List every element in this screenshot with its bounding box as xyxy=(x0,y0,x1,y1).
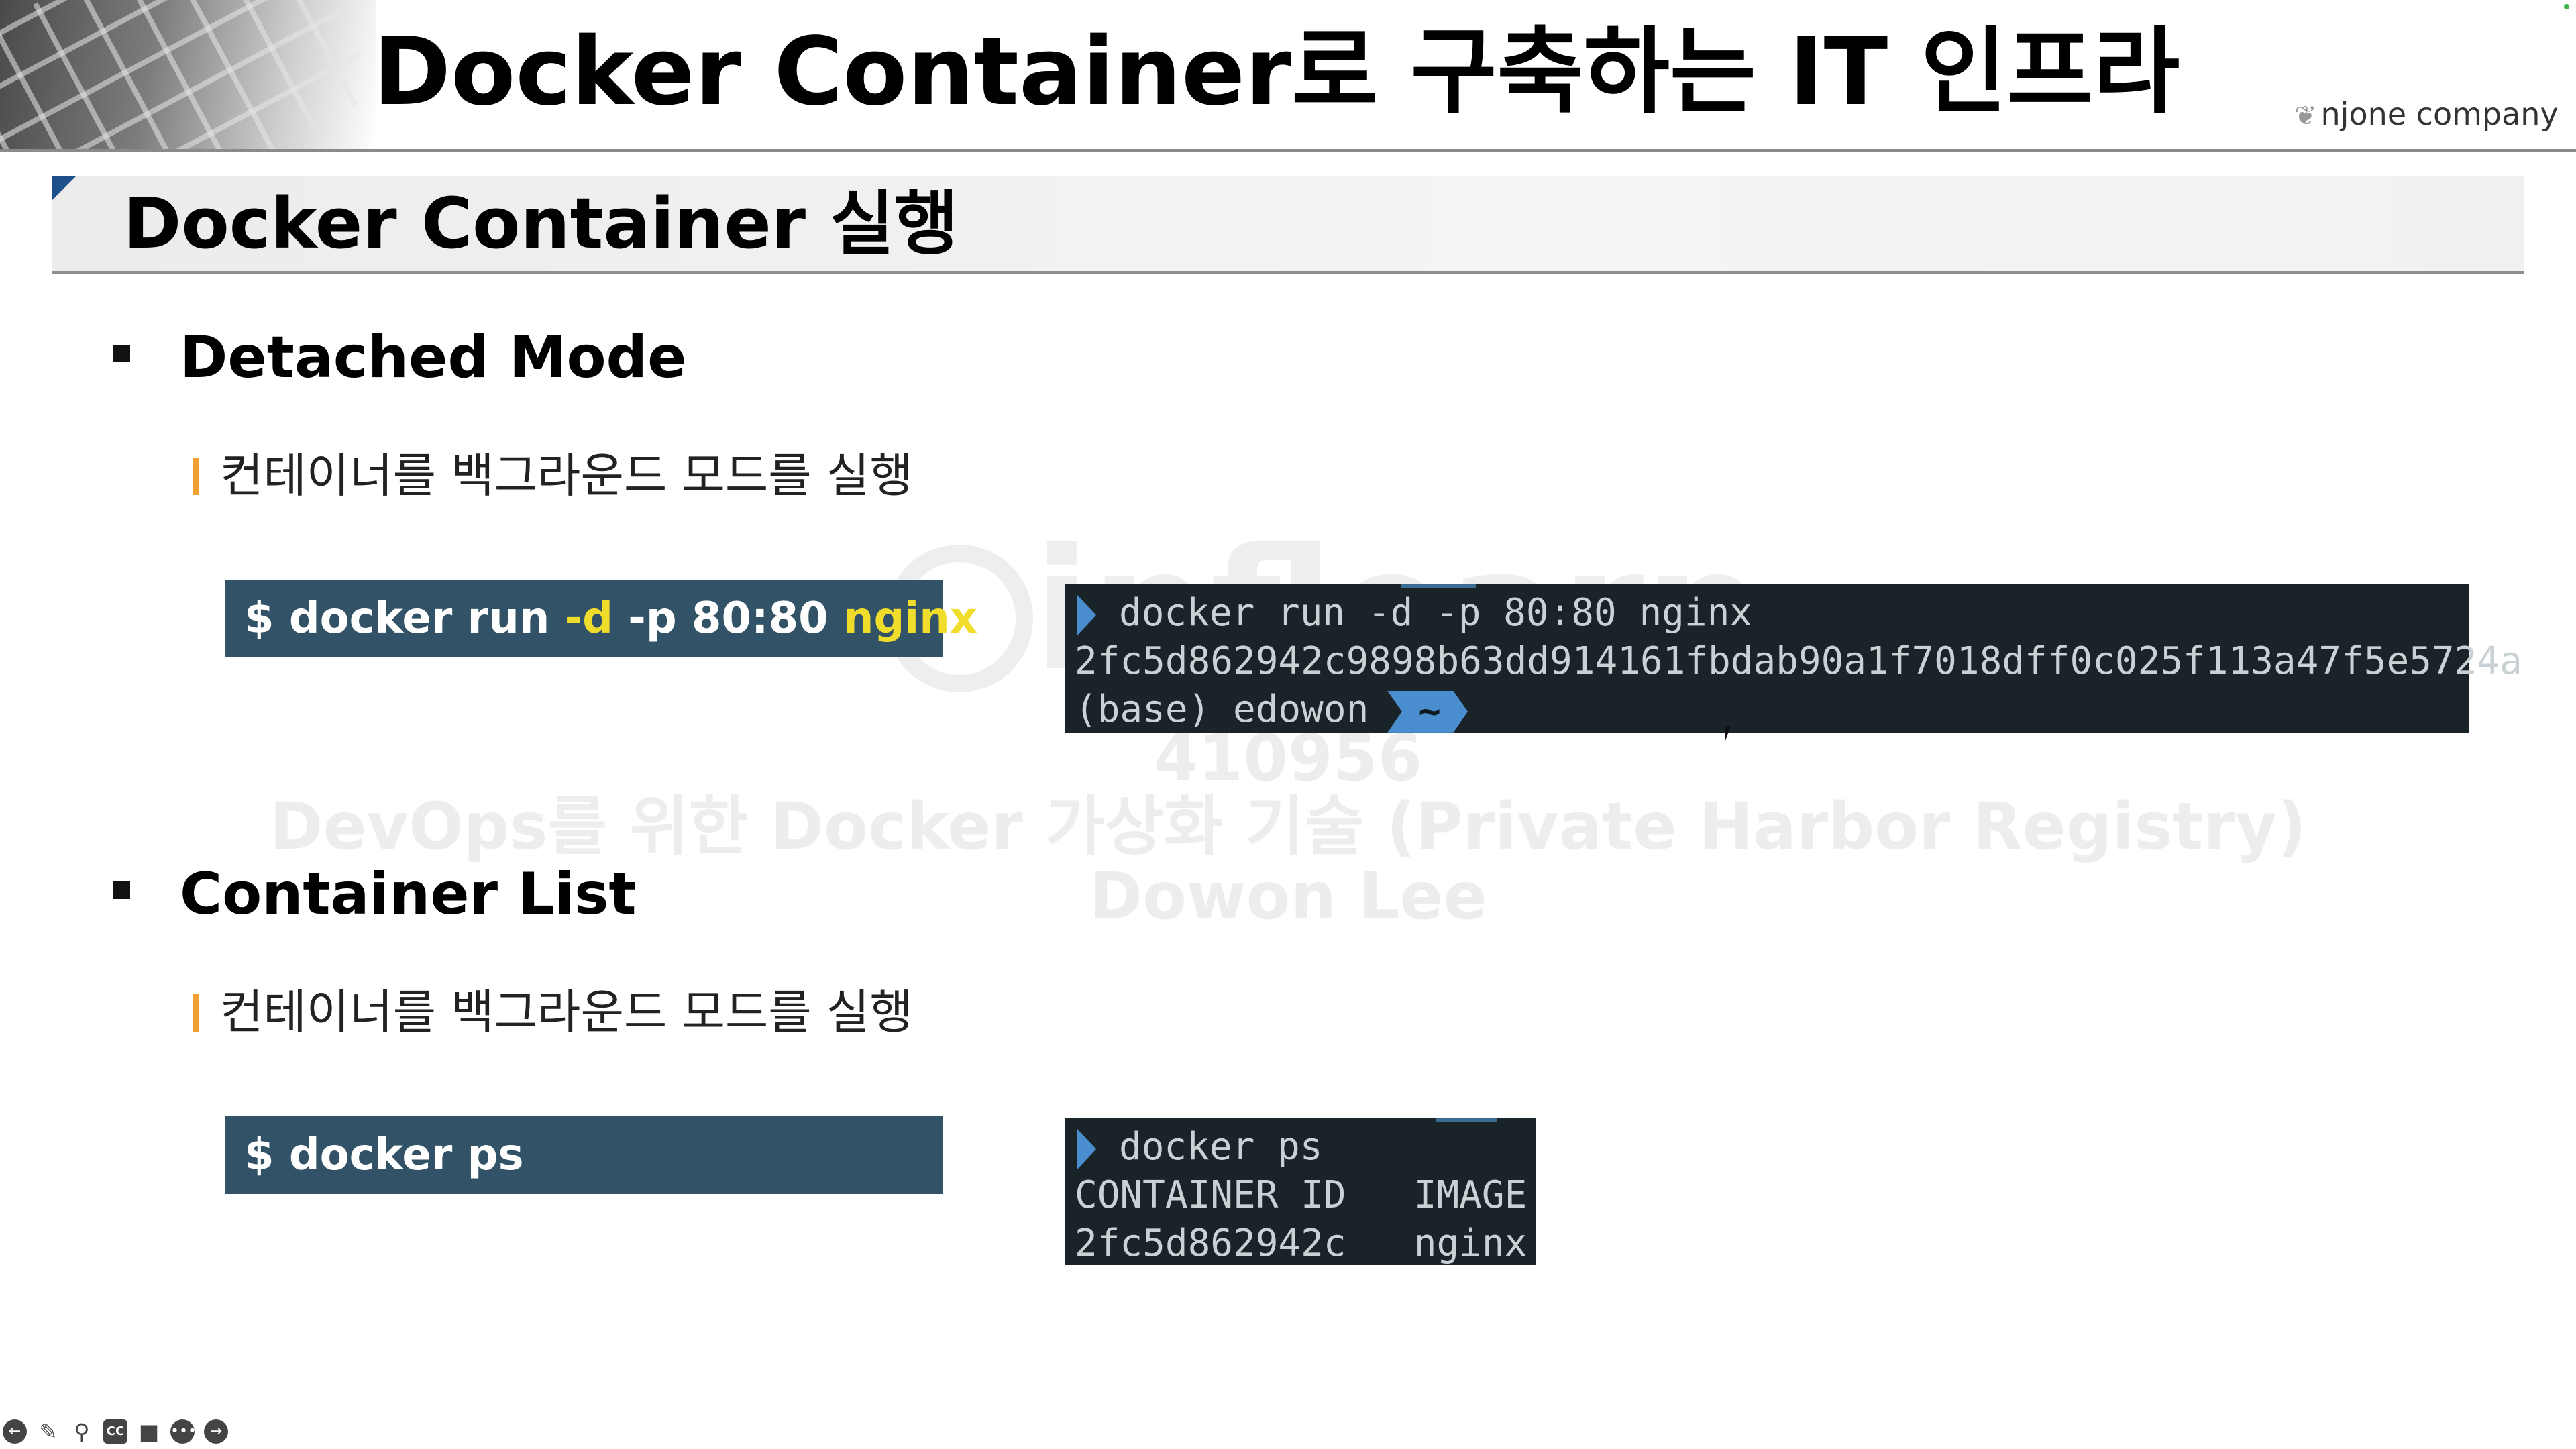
prompt-chevron-icon xyxy=(1077,1128,1096,1169)
watermark-course: DevOps를 위한 Docker 가상화 기술 (Private Harbor… xyxy=(269,789,2307,864)
keyboard-image xyxy=(0,0,376,149)
bullet-heading-detached-mode: Detached Mode xyxy=(180,324,687,391)
terminal-prompt-user: (base) edowon xyxy=(1075,688,1369,731)
sub-bullet-bar xyxy=(193,458,199,495)
leaf-icon: ❦ xyxy=(2294,101,2317,131)
sub-bullet-text: 컨테이너를 백그라운드 모드를 실행 xyxy=(220,448,913,503)
command-box-docker-ps: $ docker ps xyxy=(225,1116,943,1194)
prompt-chevron-icon xyxy=(1077,594,1096,635)
slide-title: Docker Container로 구축하는 IT 인프라 xyxy=(373,17,2180,127)
bullet-marker xyxy=(113,881,130,899)
terminal-header-row: CONTAINER ID IMAGE xyxy=(1075,1173,1527,1217)
home-directory-segment: ~ xyxy=(1387,690,1468,733)
terminal-line: 2fc5d862942c9898b63dd914161fbdab90a1f701… xyxy=(1075,639,2522,683)
terminal-line: docker ps xyxy=(1075,1123,1536,1171)
terminal-tab-indicator xyxy=(1436,1118,1497,1122)
back-icon[interactable]: ← xyxy=(3,1419,27,1444)
bullet-heading-container-list: Container List xyxy=(180,861,637,928)
command-port-option: -p 80:80 xyxy=(612,594,843,643)
command-flag-detached: -d xyxy=(564,594,613,643)
pen-icon[interactable]: ✎ xyxy=(36,1419,60,1444)
terminal-line: (base) edowon ~ xyxy=(1075,686,2469,734)
terminal-tab-indicator xyxy=(1401,584,1476,588)
bullet-marker xyxy=(113,345,130,362)
brand-name: njone company xyxy=(2320,96,2559,132)
slide-header: Docker Container로 구축하는 IT 인프라 ❦ njone com… xyxy=(0,0,2576,152)
terminal-output-docker-run: docker run -d -p 80:80 nginx 2fc5d862942… xyxy=(1065,584,2522,734)
presentation-toolbar: ← ✎ ⚲ CC ■ ••• → xyxy=(3,1417,228,1446)
section-bar: Docker Container 실행 xyxy=(52,176,2524,274)
section-corner-mark xyxy=(52,176,76,200)
cc-icon[interactable]: CC xyxy=(103,1419,127,1444)
command-image-name: nginx xyxy=(843,594,978,643)
command-box-docker-run: $ docker run -d -p 80:80 nginx xyxy=(225,580,977,657)
status-dot xyxy=(2564,4,2569,9)
forward-icon[interactable]: → xyxy=(204,1419,228,1444)
brand-logo: ❦ njone company xyxy=(2294,94,2559,134)
camera-icon[interactable]: ■ xyxy=(137,1419,161,1444)
sub-bullet-text: 컨테이너를 백그라운드 모드를 실행 xyxy=(220,985,913,1040)
terminal-command: docker run -d -p 80:80 nginx xyxy=(1119,591,1753,635)
sub-bullet-bar xyxy=(193,994,199,1032)
terminal-output-docker-ps: docker ps CONTAINER ID IMAGE 2fc5d862942… xyxy=(1065,1118,1536,1265)
zoom-icon[interactable]: ⚲ xyxy=(70,1419,94,1444)
section-title: Docker Container 실행 xyxy=(123,182,959,264)
command-prompt: $ docker run xyxy=(244,594,565,643)
terminal-data-row: 2fc5d862942c nginx xyxy=(1075,1222,1527,1265)
terminal-line: docker run -d -p 80:80 nginx xyxy=(1075,589,2469,637)
terminal-command: docker ps xyxy=(1119,1125,1323,1169)
mouse-cursor xyxy=(1725,726,1736,741)
more-icon[interactable]: ••• xyxy=(170,1419,197,1444)
